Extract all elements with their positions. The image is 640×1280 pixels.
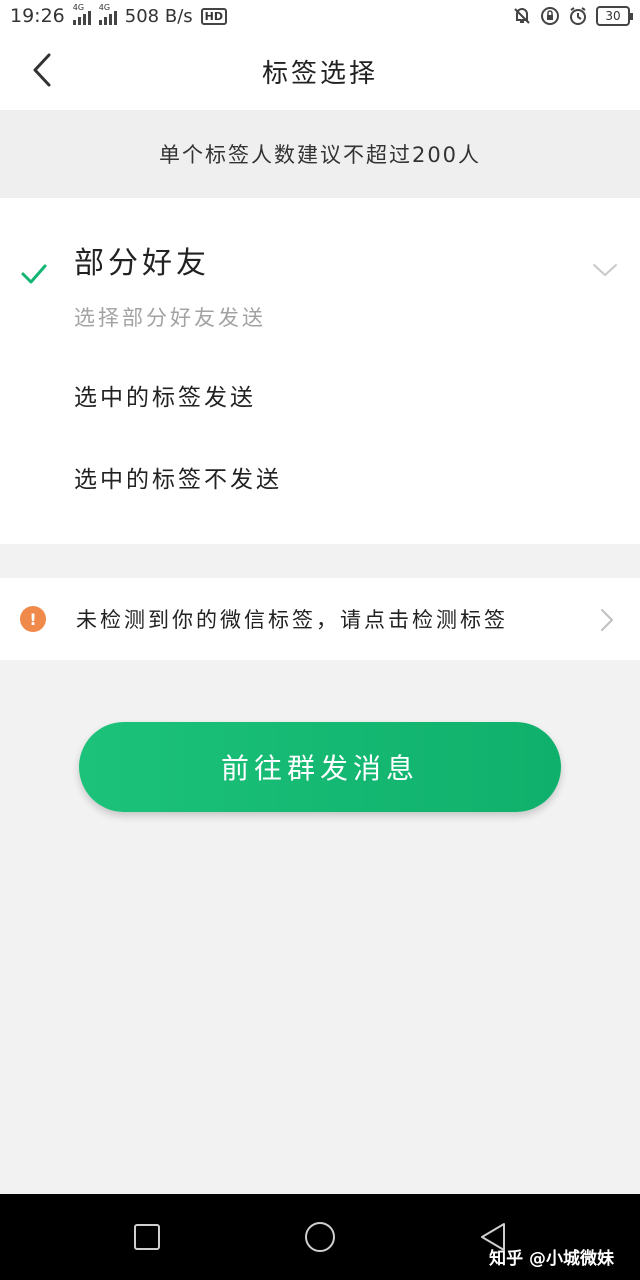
header: 标签选择 [0,32,640,110]
lock-rotation-icon [540,6,560,26]
home-icon[interactable] [303,1220,337,1254]
page-title: 标签选择 [261,58,378,89]
chevron-down-icon[interactable] [592,262,618,278]
hd-icon: HD [200,7,227,25]
status-right: 30 [512,6,633,26]
option-subtitle: 选择部分好友发送 [74,306,266,330]
back-button[interactable] [22,50,62,90]
alarm-icon [568,6,588,26]
signal-icon: 4G [72,3,91,25]
network-type-label: 4G [98,3,111,12]
detect-tags-text: 未检测到你的微信标签，请点击检测标签 [76,608,508,632]
network-type-label: 4G [72,3,85,12]
tag-limit-notice: 单个标签人数建议不超过200人 [0,110,640,198]
chevron-right-icon [601,609,613,631]
options-card: 部分好友 选择部分好友发送 选中的标签发送 选中的标签不发送 [0,198,640,544]
status-time: 19:26 [10,5,65,27]
checkmark-icon [21,264,47,284]
warning-icon: ! [20,606,46,632]
signal-icon: 4G [98,3,117,25]
option-exclude-selected-tags[interactable]: 选中的标签不发送 [74,460,282,494]
go-to-mass-message-button[interactable]: 前往群发消息 [79,722,561,812]
network-speed: 508 B/s [124,5,193,27]
recent-apps-icon[interactable] [130,1220,164,1254]
chevron-left-icon [33,53,51,87]
option-send-selected-tags[interactable]: 选中的标签发送 [74,378,256,412]
option-partial-friends[interactable]: 部分好友 [74,238,210,282]
status-bar: 19:26 4G 4G 508 B/s HD 30 [0,0,640,32]
watermark: 知乎 @小城微妹 [489,1249,614,1269]
status-left: 19:26 4G 4G 508 B/s HD [10,3,227,27]
notification-off-icon [512,6,532,26]
system-nav-bar: 知乎 @小城微妹 [0,1194,640,1280]
battery-icon: 30 [596,6,633,26]
detect-tags-row[interactable]: ! 未检测到你的微信标签，请点击检测标签 [0,578,640,660]
